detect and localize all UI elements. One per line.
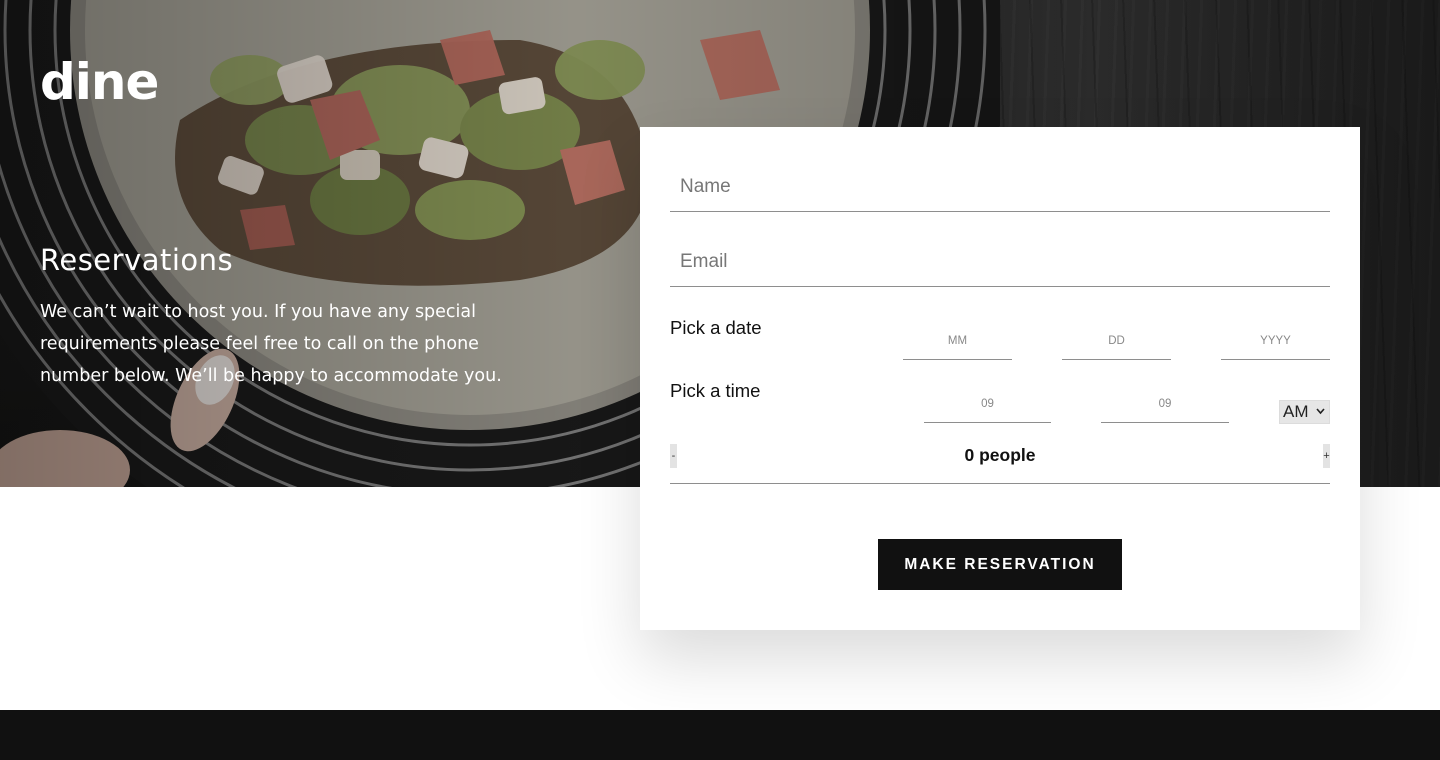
site-logo[interactable]: dine	[40, 52, 159, 112]
period-select[interactable]: AM	[1279, 400, 1330, 424]
people-stepper: - 0 people +	[670, 441, 1330, 484]
increment-people-button[interactable]: +	[1323, 444, 1330, 468]
page-title: Reservations	[40, 243, 234, 277]
reservation-page: dine Reservations We can’t wait to host …	[0, 0, 1440, 760]
chevron-down-icon	[1316, 404, 1325, 421]
minute-input[interactable]	[1101, 385, 1229, 423]
email-input[interactable]	[670, 238, 1330, 287]
month-input[interactable]	[903, 322, 1012, 360]
period-select-value: AM	[1283, 402, 1309, 421]
hero-description: We can’t wait to host you. If you have a…	[40, 302, 502, 386]
year-input[interactable]	[1221, 322, 1330, 360]
day-input[interactable]	[1062, 322, 1171, 360]
time-label: Pick a time	[670, 380, 761, 401]
people-count: 0 people	[964, 445, 1036, 465]
date-label: Pick a date	[670, 317, 762, 338]
reservation-form: Pick a date Pick a time AM - 0 people + …	[640, 127, 1360, 630]
footer	[0, 710, 1440, 760]
hour-input[interactable]	[924, 385, 1051, 423]
make-reservation-button[interactable]: MAKE RESERVATION	[878, 539, 1122, 590]
name-input[interactable]	[670, 163, 1330, 212]
